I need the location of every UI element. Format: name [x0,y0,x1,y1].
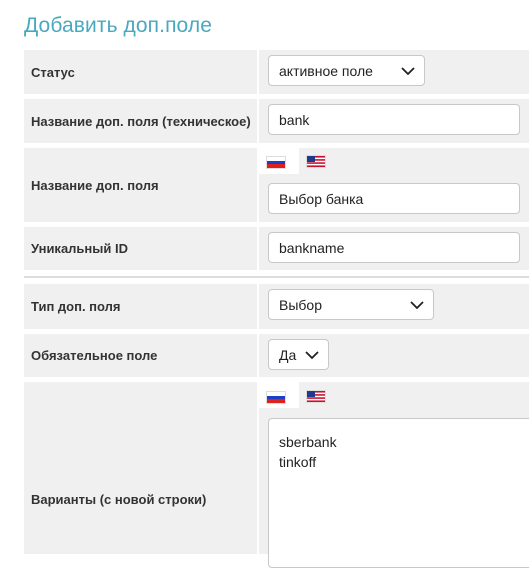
status-select[interactable]: активное поле [268,55,425,86]
chevron-down-icon [410,300,424,309]
variant-line: tinkoff [279,454,317,470]
required-select-value: Да [279,346,297,363]
display-name-label: Название доп. поля [24,148,257,222]
status-row: Статус активное поле [24,50,529,94]
section-divider [24,276,529,278]
display-name-input[interactable]: Выбор банка [268,183,520,214]
field-type-select[interactable]: Выбор [268,289,434,320]
us-flag-icon[interactable] [306,390,326,403]
field-type-row: Тип доп. поля Выбор [24,284,529,329]
status-label: Статус [24,50,257,94]
tech-name-label: Название доп. поля (техническое) [24,99,257,143]
required-label: Обязательное поле [24,334,257,377]
tech-name-input[interactable]: bank [268,104,520,135]
us-flag-icon[interactable] [306,155,326,168]
field-type-select-value: Выбор [279,296,322,313]
ru-flag-icon[interactable] [266,391,286,404]
variants-label: Варианты (с новой строки) [24,382,257,554]
variant-line: sberbank [279,434,337,450]
chevron-down-icon [305,350,319,359]
unique-id-label: Уникальный ID [24,227,257,270]
unique-id-input[interactable]: bankname [268,232,520,263]
chevron-down-icon [401,66,415,75]
tech-name-row: Название доп. поля (техническое) bank [24,99,529,143]
field-type-label: Тип доп. поля [24,284,257,329]
variants-textarea[interactable]: sberbank tinkoff [268,418,529,568]
required-select[interactable]: Да [268,339,329,370]
ru-flag-icon[interactable] [266,156,286,169]
variants-row: Варианты (с новой строки) sberbank tinko… [24,382,529,568]
status-select-value: активное поле [279,62,373,79]
page-title: Добавить доп.поле [24,14,213,37]
unique-id-row: Уникальный ID bankname [24,227,529,270]
required-row: Обязательное поле Да [24,334,529,377]
display-name-row: Название доп. поля Выбор банка [24,148,529,222]
